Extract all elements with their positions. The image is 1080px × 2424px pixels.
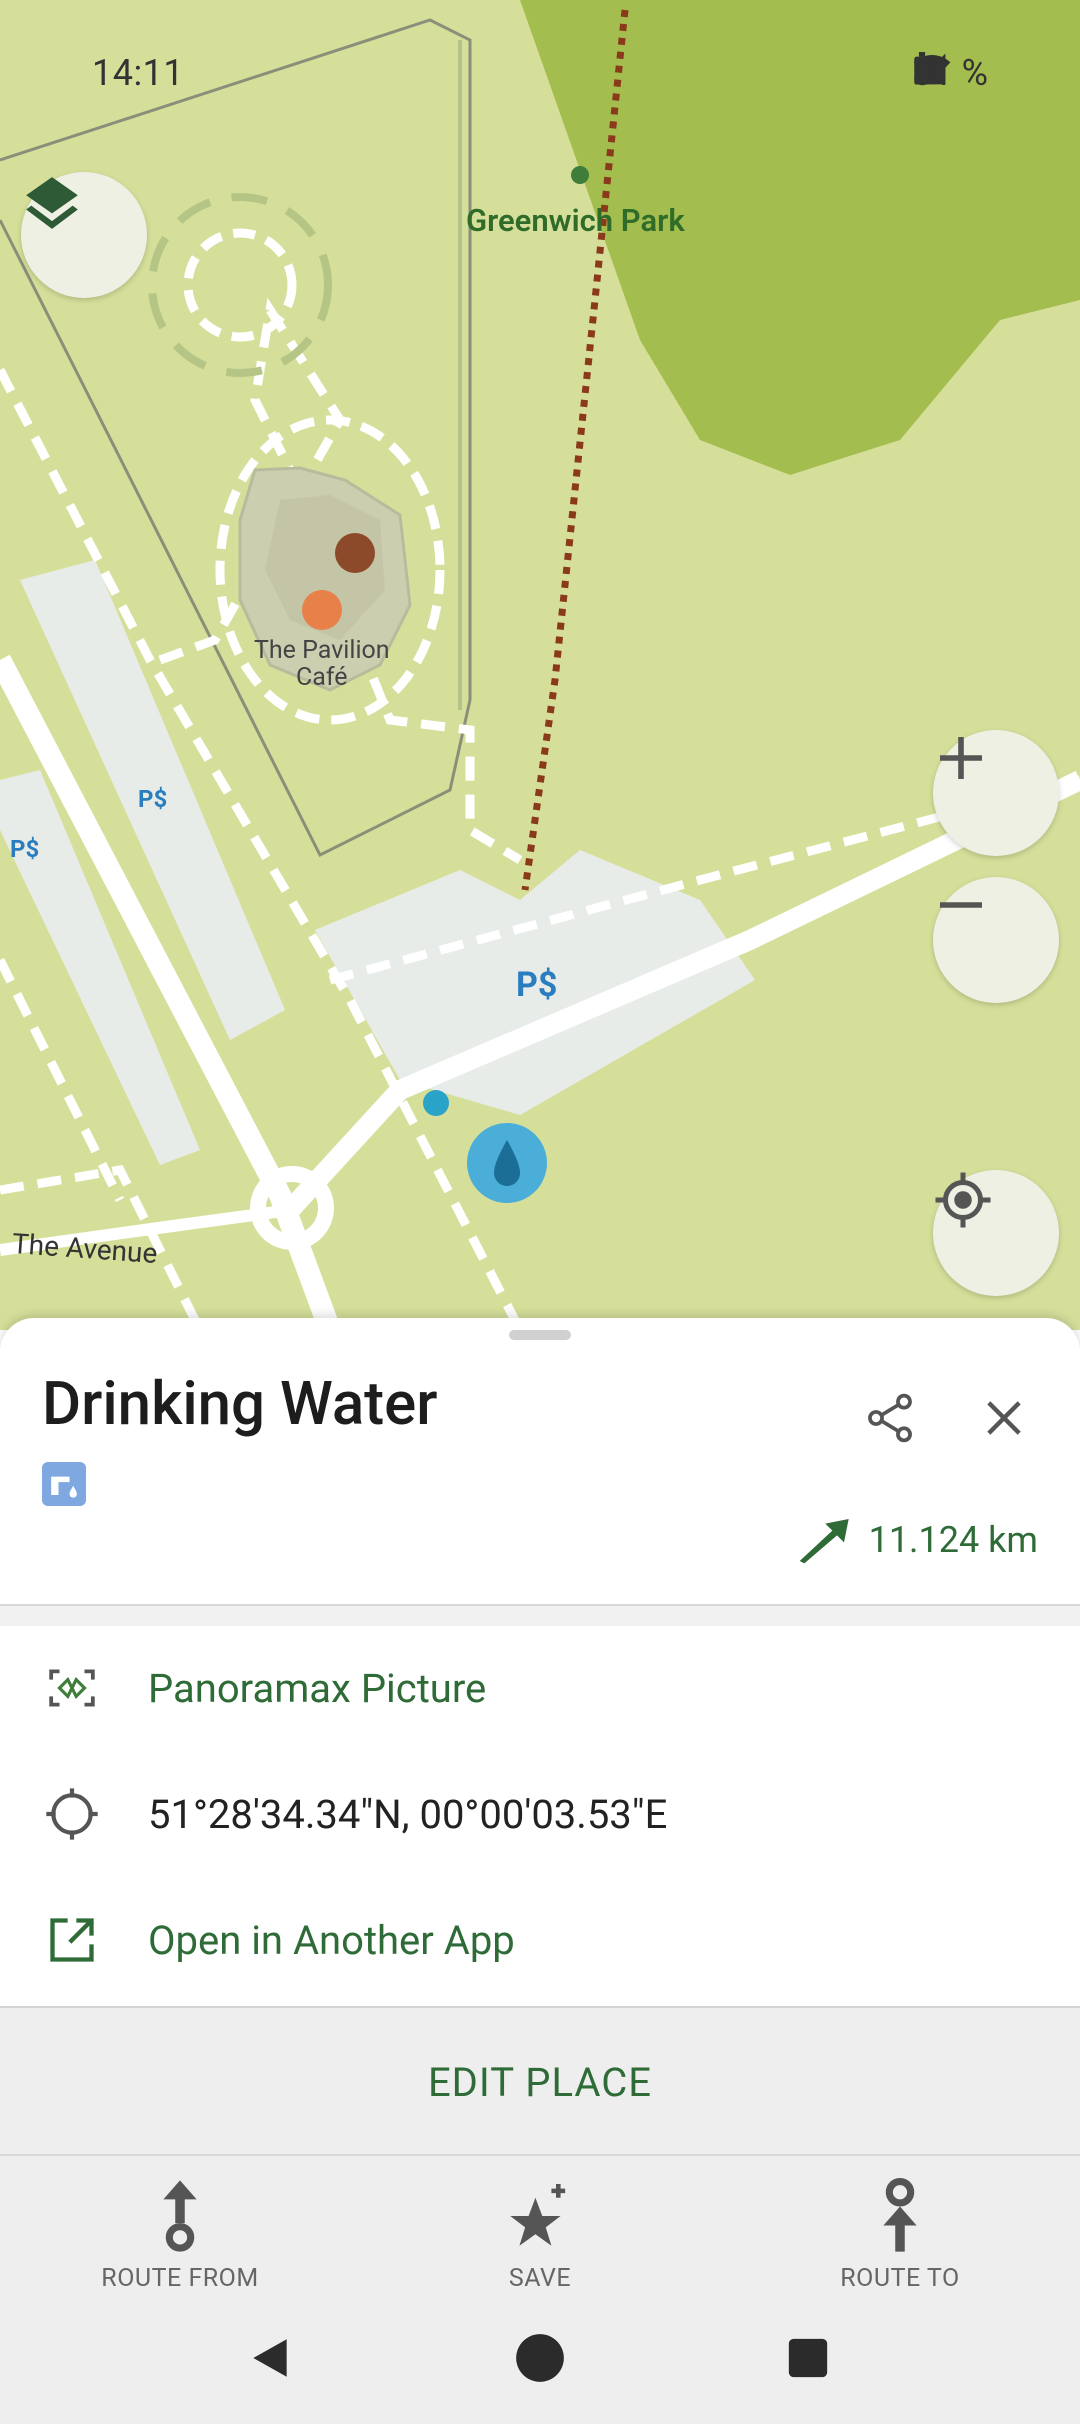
place-title: Drinking Water bbox=[42, 1368, 438, 1439]
recents-nav-button[interactable] bbox=[778, 2328, 838, 2388]
battery-icon bbox=[914, 52, 930, 85]
zoom-in-button[interactable] bbox=[933, 730, 1059, 856]
external-link-icon bbox=[42, 1910, 102, 1970]
save-star-icon bbox=[510, 2184, 566, 2246]
bottom-action-bar: ROUTE FROM SAVE ROUTE TO bbox=[0, 2154, 1080, 2424]
my-location-button[interactable] bbox=[933, 1170, 1059, 1296]
place-details-sheet[interactable]: Drinking Water 11.124 km Panoramax Pictu… bbox=[0, 1318, 1080, 2424]
route-to-icon bbox=[883, 2178, 917, 2252]
zoom-out-icon bbox=[940, 902, 982, 908]
distance-arrow-icon bbox=[799, 1519, 849, 1564]
route-from-button[interactable]: ROUTE FROM bbox=[60, 2178, 300, 2293]
route-from-icon bbox=[163, 2180, 197, 2252]
panoramax-row[interactable]: Panoramax Picture bbox=[0, 1626, 1080, 1750]
route-from-label: ROUTE FROM bbox=[101, 2264, 259, 2293]
edit-place-label: EDIT PLACE bbox=[427, 2058, 653, 2106]
sheet-drag-handle[interactable] bbox=[509, 1330, 571, 1340]
status-icons: 81 % bbox=[912, 52, 988, 94]
open-in-another-app-label: Open in Another App bbox=[148, 1916, 515, 1964]
coordinates-row[interactable]: 51°28'34.34"N, 00°00'03.53"E bbox=[0, 1752, 1080, 1876]
zoom-in-icon bbox=[940, 737, 982, 779]
distance-text: 11.124 km bbox=[868, 1519, 1038, 1561]
parking-label-far-left: P$ bbox=[10, 835, 40, 863]
layers-button[interactable] bbox=[21, 172, 147, 298]
share-button[interactable] bbox=[862, 1390, 918, 1446]
cafe-label-line2: Café bbox=[296, 663, 348, 692]
back-nav-icon bbox=[253, 2339, 287, 2377]
edit-place-button[interactable]: EDIT PLACE bbox=[0, 2006, 1080, 2156]
panoramax-label: Panoramax Picture bbox=[148, 1664, 487, 1712]
coordinates-text: 51°28'34.34"N, 00°00'03.53"E bbox=[148, 1790, 668, 1838]
home-nav-icon bbox=[516, 2334, 564, 2382]
route-to-button[interactable]: ROUTE TO bbox=[780, 2178, 1020, 2293]
share-icon bbox=[868, 1393, 912, 1443]
save-label: SAVE bbox=[508, 2264, 572, 2293]
park-label: Greenwich Park bbox=[466, 202, 685, 239]
my-location-icon bbox=[935, 1172, 991, 1228]
parking-label-left: P$ bbox=[138, 785, 168, 813]
crosshair-icon bbox=[42, 1784, 102, 1844]
distance-indicator: 11.124 km bbox=[795, 1516, 1038, 1564]
open-in-another-app-row[interactable]: Open in Another App bbox=[0, 1878, 1080, 2002]
status-time: 14:11 bbox=[92, 52, 185, 94]
back-nav-button[interactable] bbox=[240, 2328, 300, 2388]
zoom-out-button[interactable] bbox=[933, 877, 1059, 1003]
section-divider bbox=[0, 1604, 1080, 1626]
map-canvas bbox=[0, 0, 1080, 1330]
panoramax-icon bbox=[42, 1658, 102, 1718]
home-nav-button[interactable] bbox=[510, 2328, 570, 2388]
map-view[interactable]: Greenwich Park The Pavilion Café The Ave… bbox=[0, 0, 1080, 1330]
close-icon bbox=[987, 1401, 1021, 1435]
route-to-label: ROUTE TO bbox=[840, 2264, 960, 2293]
parking-label-main: P$ bbox=[516, 965, 558, 1005]
recents-nav-icon bbox=[788, 2338, 828, 2378]
close-button[interactable] bbox=[978, 1392, 1034, 1448]
cafe-label-line1: The Pavilion bbox=[254, 636, 390, 665]
save-button[interactable]: SAVE bbox=[420, 2178, 660, 2293]
layers-icon bbox=[26, 177, 78, 229]
drinking-water-icon bbox=[42, 1462, 86, 1506]
